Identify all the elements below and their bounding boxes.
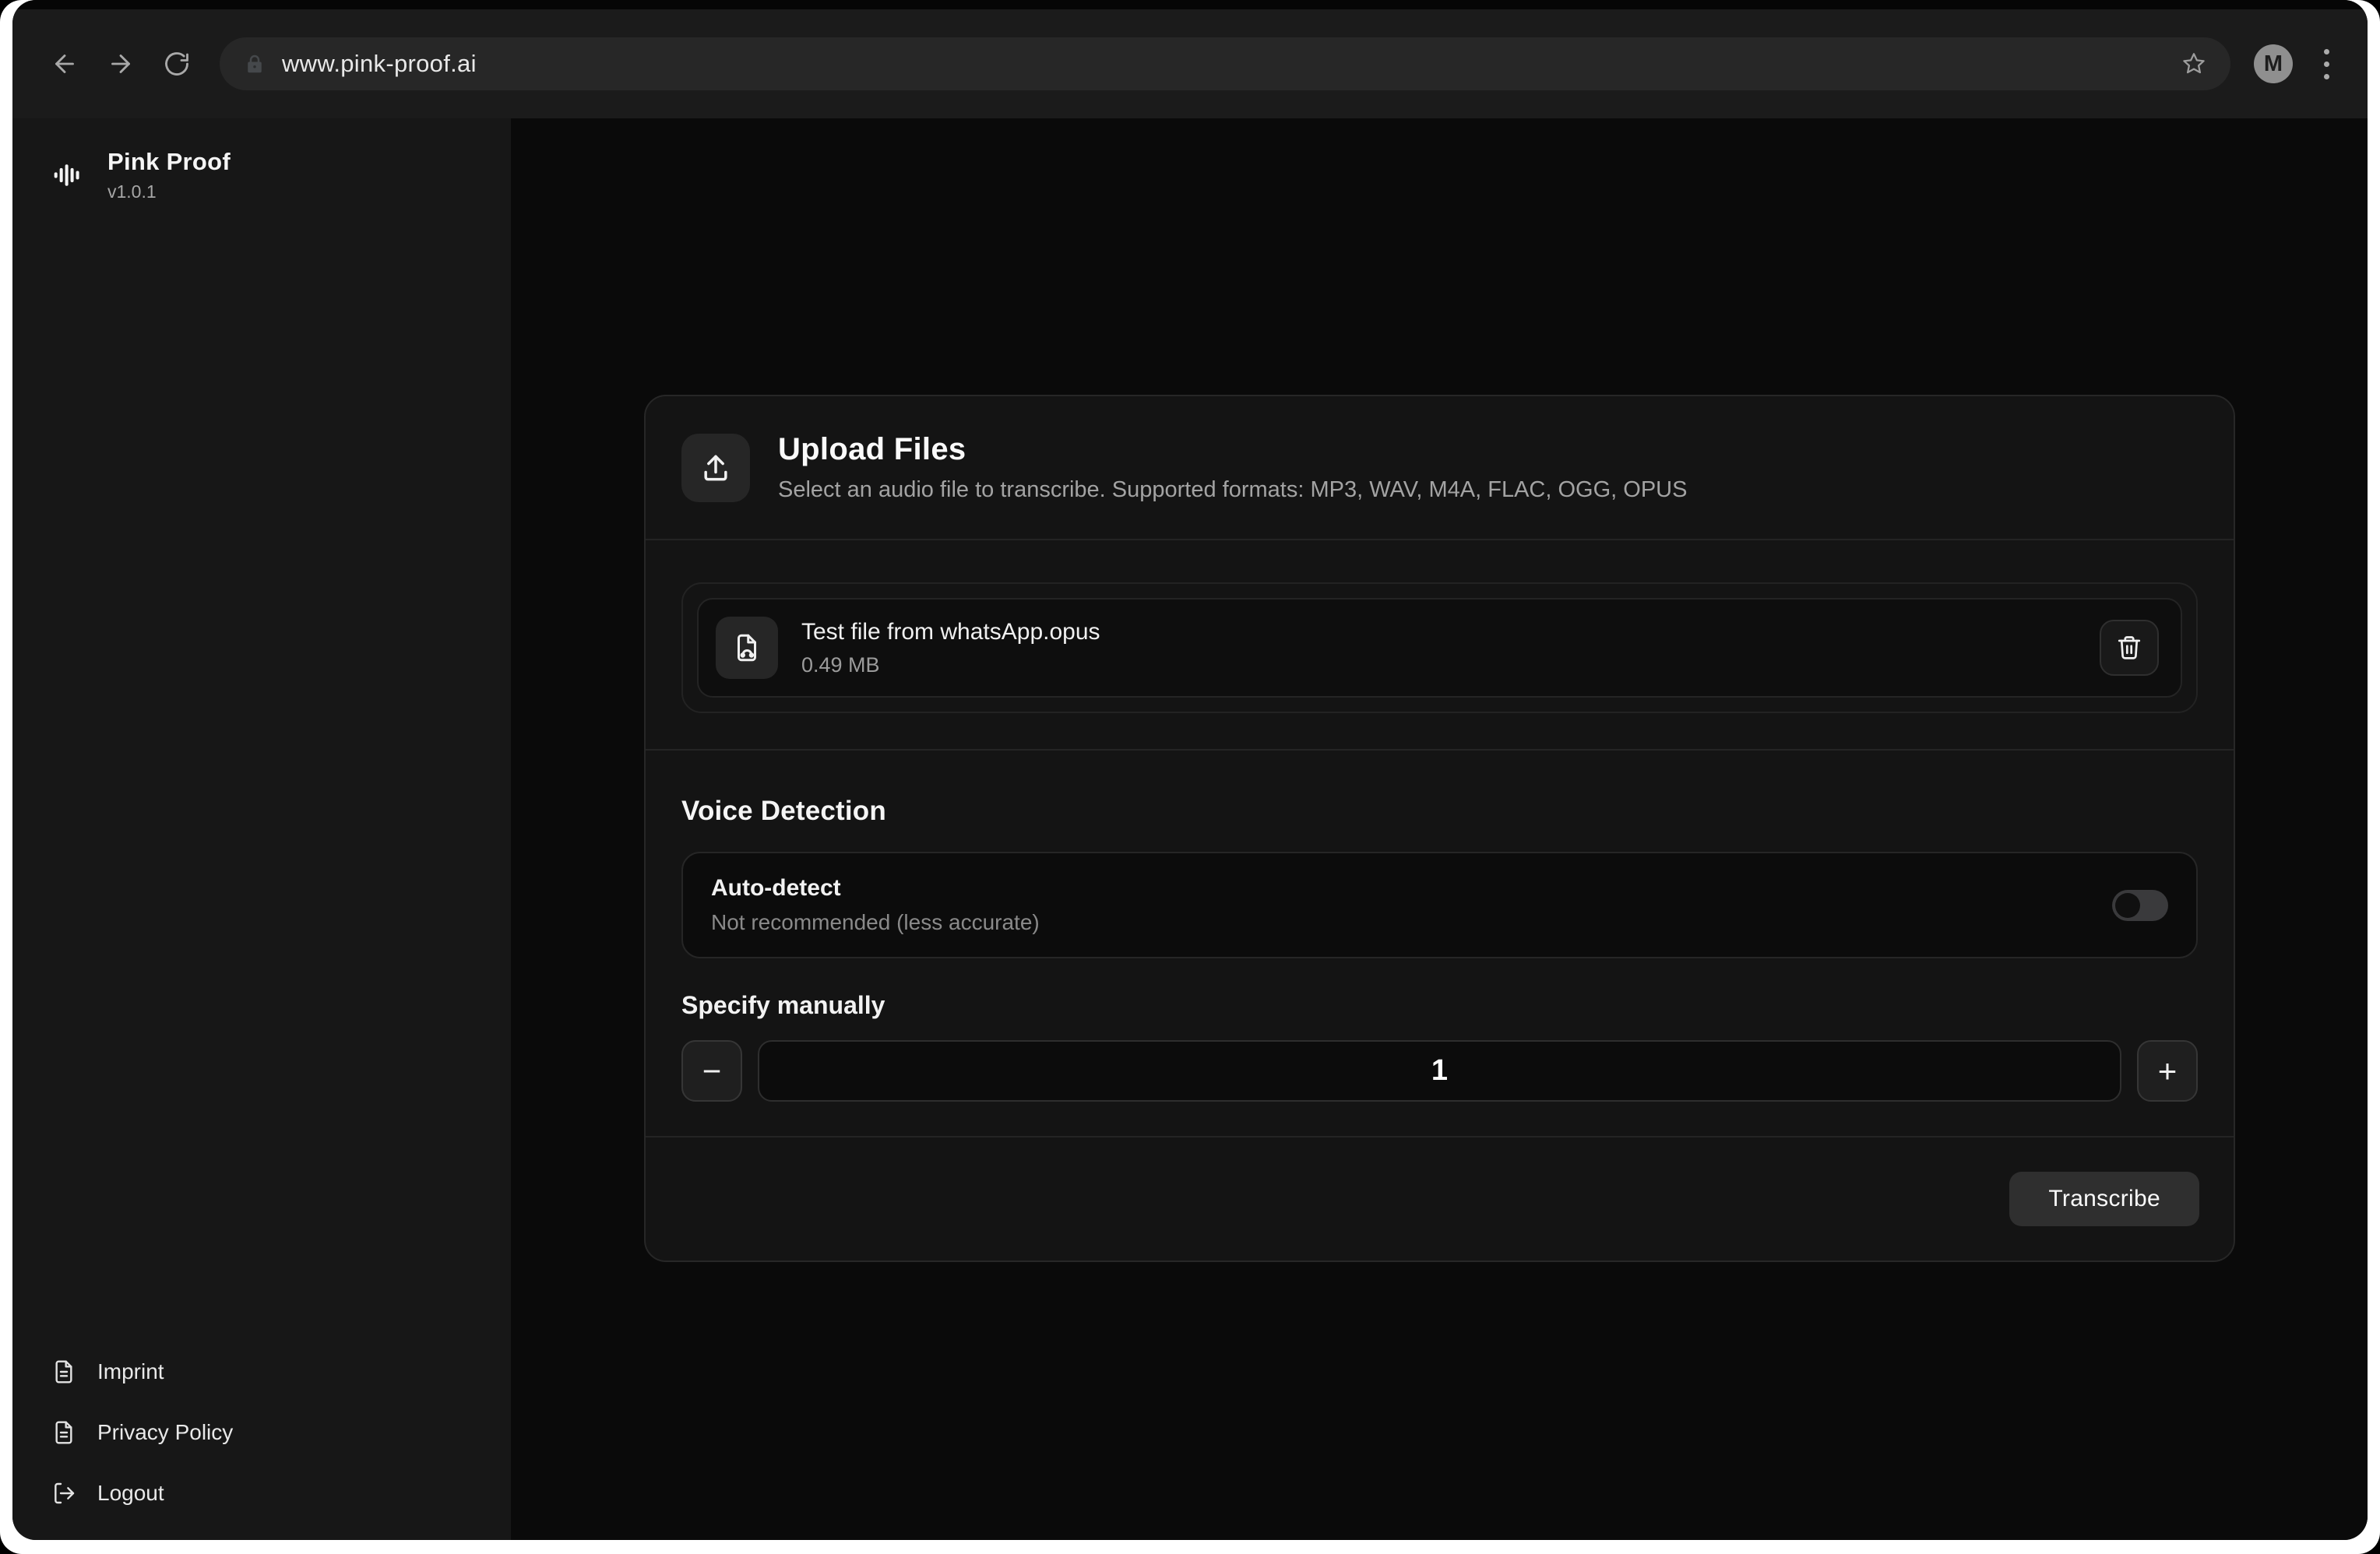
lock-icon: [243, 52, 266, 76]
audio-file-icon-tile: [716, 617, 778, 679]
back-button[interactable]: [42, 41, 87, 86]
card-title: Upload Files: [778, 432, 1687, 467]
reload-button[interactable]: [154, 41, 199, 86]
file-section: Test file from whatsApp.opus 0.49 MB: [646, 540, 2234, 749]
auto-detect-toggle[interactable]: [2112, 890, 2168, 921]
voice-detection-section: Voice Detection Auto-detect Not recommen…: [646, 751, 2234, 1136]
voice-detection-heading: Voice Detection: [681, 796, 2198, 827]
browser-menu-button[interactable]: [2307, 41, 2346, 86]
increment-button[interactable]: +: [2137, 1040, 2198, 1102]
address-bar[interactable]: www.pink-proof.ai: [220, 37, 2230, 90]
avatar[interactable]: M: [2254, 44, 2293, 83]
sidebar-item-label: Imprint: [97, 1359, 164, 1384]
transcribe-button[interactable]: Transcribe: [2009, 1172, 2199, 1226]
sidebar-item-label: Privacy Policy: [97, 1420, 233, 1445]
auto-detect-label: Auto-detect: [711, 875, 1040, 902]
auto-detect-text: Auto-detect Not recommended (less accura…: [711, 875, 1040, 935]
waveform-icon: [51, 158, 86, 192]
file-name: Test file from whatsApp.opus: [801, 619, 1100, 645]
back-icon: [51, 50, 79, 78]
browser-window: www.pink-proof.ai M Pink Proof: [12, 0, 2368, 1540]
speaker-count-stepper: − +: [681, 1040, 2198, 1102]
sidebar-item-logout[interactable]: Logout: [51, 1481, 480, 1506]
upload-card: Upload Files Select an audio file to tra…: [644, 395, 2235, 1262]
logout-icon: [51, 1481, 76, 1506]
app-name: Pink Proof: [107, 148, 231, 176]
reload-icon: [163, 50, 191, 78]
star-icon: [2181, 51, 2207, 77]
card-footer: Transcribe: [646, 1137, 2234, 1260]
url-text[interactable]: www.pink-proof.ai: [282, 50, 2181, 78]
sidebar-item-label: Logout: [97, 1481, 164, 1506]
app-body: Pink Proof v1.0.1 Imprint: [12, 118, 2368, 1540]
main-content: Upload Files Select an audio file to tra…: [511, 118, 2368, 1540]
upload-icon: [699, 451, 733, 485]
sidebar-footer-links: Imprint Privacy Policy Logout: [51, 1359, 480, 1506]
upload-icon-tile: [681, 434, 750, 502]
uploaded-file-row: Test file from whatsApp.opus 0.49 MB: [697, 598, 2182, 698]
brand: Pink Proof v1.0.1: [51, 148, 480, 202]
trash-icon: [2115, 634, 2143, 662]
upload-dropzone[interactable]: Test file from whatsApp.opus 0.49 MB: [681, 582, 2198, 713]
document-icon: [51, 1420, 76, 1445]
specify-manually-label: Specify manually: [681, 991, 2198, 1020]
bookmark-star-button[interactable]: [2181, 51, 2207, 77]
toggle-knob: [2115, 893, 2140, 918]
auto-detect-card: Auto-detect Not recommended (less accura…: [681, 852, 2198, 958]
browser-toolbar: www.pink-proof.ai M: [12, 9, 2368, 118]
kebab-menu-icon: [2324, 49, 2329, 54]
forward-icon: [107, 50, 135, 78]
file-size: 0.49 MB: [801, 653, 1100, 677]
desktop-background: www.pink-proof.ai M Pink Proof: [0, 0, 2380, 1554]
sidebar: Pink Proof v1.0.1 Imprint: [12, 118, 511, 1540]
delete-file-button[interactable]: [2100, 620, 2159, 676]
audio-file-icon: [731, 631, 763, 664]
speaker-count-input[interactable]: [758, 1040, 2121, 1102]
upload-card-header: Upload Files Select an audio file to tra…: [646, 396, 2234, 539]
window-top-edge: [12, 0, 2368, 9]
brand-text: Pink Proof v1.0.1: [107, 148, 231, 202]
document-icon: [51, 1359, 76, 1384]
app-version: v1.0.1: [107, 181, 231, 202]
forward-button[interactable]: [98, 41, 143, 86]
decrement-button[interactable]: −: [681, 1040, 742, 1102]
sidebar-item-privacy-policy[interactable]: Privacy Policy: [51, 1420, 480, 1445]
sidebar-item-imprint[interactable]: Imprint: [51, 1359, 480, 1384]
card-subtitle: Select an audio file to transcribe. Supp…: [778, 477, 1687, 503]
file-info: Test file from whatsApp.opus 0.49 MB: [801, 619, 1100, 677]
auto-detect-note: Not recommended (less accurate): [711, 910, 1040, 935]
upload-header-text: Upload Files Select an audio file to tra…: [778, 432, 1687, 503]
